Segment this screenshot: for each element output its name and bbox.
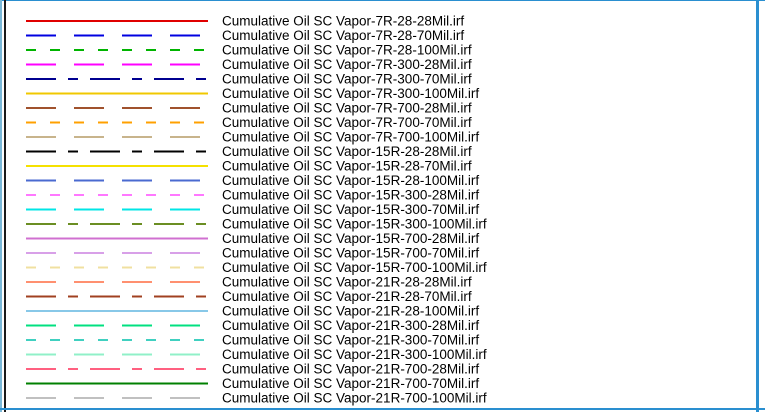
legend-entry: Cumulative Oil SC Vapor-7R-300-28Mil.irf	[26, 57, 472, 72]
legend-label: Cumulative Oil SC Vapor-21R-300-28Mil.ir…	[222, 318, 479, 333]
legend-label: Cumulative Oil SC Vapor-7R-300-70Mil.irf	[222, 72, 472, 87]
legend-label: Cumulative Oil SC Vapor-21R-700-28Mil.ir…	[222, 362, 479, 377]
legend-entry: Cumulative Oil SC Vapor-15R-300-70Mil.ir…	[26, 202, 479, 217]
legend-panel: Cumulative Oil SC Vapor-7R-28-28Mil.irf C…	[0, 0, 765, 412]
legend-label: Cumulative Oil SC Vapor-7R-700-70Mil.irf	[222, 115, 472, 130]
legend-entry: Cumulative Oil SC Vapor-21R-300-70Mil.ir…	[26, 333, 479, 348]
chart-legend: Cumulative Oil SC Vapor-7R-28-28Mil.irfC…	[26, 14, 487, 406]
legend-label: Cumulative Oil SC Vapor-7R-300-28Mil.irf	[222, 57, 472, 72]
legend-entry: Cumulative Oil SC Vapor-15R-28-28Mil.irf	[26, 144, 472, 159]
legend-label: Cumulative Oil SC Vapor-7R-700-100Mil.ir…	[222, 130, 479, 145]
legend-label: Cumulative Oil SC Vapor-21R-28-28Mil.irf	[222, 275, 472, 290]
legend-entry: Cumulative Oil SC Vapor-15R-700-28Mil.ir…	[26, 231, 479, 246]
legend-label: Cumulative Oil SC Vapor-15R-300-70Mil.ir…	[222, 202, 479, 217]
legend-label: Cumulative Oil SC Vapor-21R-300-100Mil.i…	[222, 347, 487, 362]
legend-label: Cumulative Oil SC Vapor-15R-28-70Mil.irf	[222, 159, 472, 174]
legend-label: Cumulative Oil SC Vapor-21R-28-100Mil.ir…	[222, 304, 479, 319]
legend-entry: Cumulative Oil SC Vapor-7R-700-70Mil.irf	[26, 115, 472, 130]
legend-entry: Cumulative Oil SC Vapor-21R-28-100Mil.ir…	[26, 304, 479, 319]
legend-entry: Cumulative Oil SC Vapor-15R-300-100Mil.i…	[26, 217, 487, 232]
legend-label: Cumulative Oil SC Vapor-7R-300-100Mil.ir…	[222, 86, 479, 101]
legend-label: Cumulative Oil SC Vapor-7R-700-28Mil.irf	[222, 101, 472, 116]
legend-entry: Cumulative Oil SC Vapor-7R-28-100Mil.irf	[26, 43, 472, 58]
legend-entry: Cumulative Oil SC Vapor-21R-300-28Mil.ir…	[26, 318, 479, 333]
legend-entry: Cumulative Oil SC Vapor-21R-28-70Mil.irf	[26, 289, 472, 304]
legend-entry: Cumulative Oil SC Vapor-15R-28-100Mil.ir…	[26, 173, 479, 188]
legend-entry: Cumulative Oil SC Vapor-7R-700-28Mil.irf	[26, 101, 472, 116]
legend-entry: Cumulative Oil SC Vapor-7R-700-100Mil.ir…	[26, 130, 479, 145]
legend-label: Cumulative Oil SC Vapor-15R-700-28Mil.ir…	[222, 231, 479, 246]
legend-entry: Cumulative Oil SC Vapor-15R-300-28Mil.ir…	[26, 188, 479, 203]
legend-entry: Cumulative Oil SC Vapor-15R-700-70Mil.ir…	[26, 246, 479, 261]
legend-entry: Cumulative Oil SC Vapor-7R-300-70Mil.irf	[26, 72, 472, 87]
legend-label: Cumulative Oil SC Vapor-21R-300-70Mil.ir…	[222, 333, 479, 348]
legend-entry: Cumulative Oil SC Vapor-21R-700-70Mil.ir…	[26, 376, 479, 391]
legend-label: Cumulative Oil SC Vapor-15R-28-100Mil.ir…	[222, 173, 479, 188]
legend-entry: Cumulative Oil SC Vapor-7R-300-100Mil.ir…	[26, 86, 479, 101]
legend-label: Cumulative Oil SC Vapor-7R-28-28Mil.irf	[222, 14, 464, 29]
legend-label: Cumulative Oil SC Vapor-7R-28-100Mil.irf	[222, 43, 472, 58]
legend-entry: Cumulative Oil SC Vapor-21R-300-100Mil.i…	[26, 347, 487, 362]
legend-label: Cumulative Oil SC Vapor-15R-300-28Mil.ir…	[222, 188, 479, 203]
legend-label: Cumulative Oil SC Vapor-7R-28-70Mil.irf	[222, 28, 464, 43]
legend-entry: Cumulative Oil SC Vapor-15R-28-70Mil.irf	[26, 159, 472, 174]
legend-entry: Cumulative Oil SC Vapor-7R-28-70Mil.irf	[26, 28, 464, 43]
legend-entry: Cumulative Oil SC Vapor-21R-700-28Mil.ir…	[26, 362, 479, 377]
legend-label: Cumulative Oil SC Vapor-21R-28-70Mil.irf	[222, 289, 472, 304]
legend-label: Cumulative Oil SC Vapor-21R-700-70Mil.ir…	[222, 376, 479, 391]
legend-label: Cumulative Oil SC Vapor-15R-700-70Mil.ir…	[222, 246, 479, 261]
legend-label: Cumulative Oil SC Vapor-15R-700-100Mil.i…	[222, 260, 487, 275]
legend-entry: Cumulative Oil SC Vapor-7R-28-28Mil.irf	[26, 14, 464, 29]
legend-entry: Cumulative Oil SC Vapor-15R-700-100Mil.i…	[26, 260, 487, 275]
legend-label: Cumulative Oil SC Vapor-21R-700-100Mil.i…	[222, 391, 487, 406]
legend-label: Cumulative Oil SC Vapor-15R-28-28Mil.irf	[222, 144, 472, 159]
legend-label: Cumulative Oil SC Vapor-15R-300-100Mil.i…	[222, 217, 487, 232]
legend-entry: Cumulative Oil SC Vapor-21R-28-28Mil.irf	[26, 275, 472, 290]
legend-entry: Cumulative Oil SC Vapor-21R-700-100Mil.i…	[26, 391, 487, 406]
